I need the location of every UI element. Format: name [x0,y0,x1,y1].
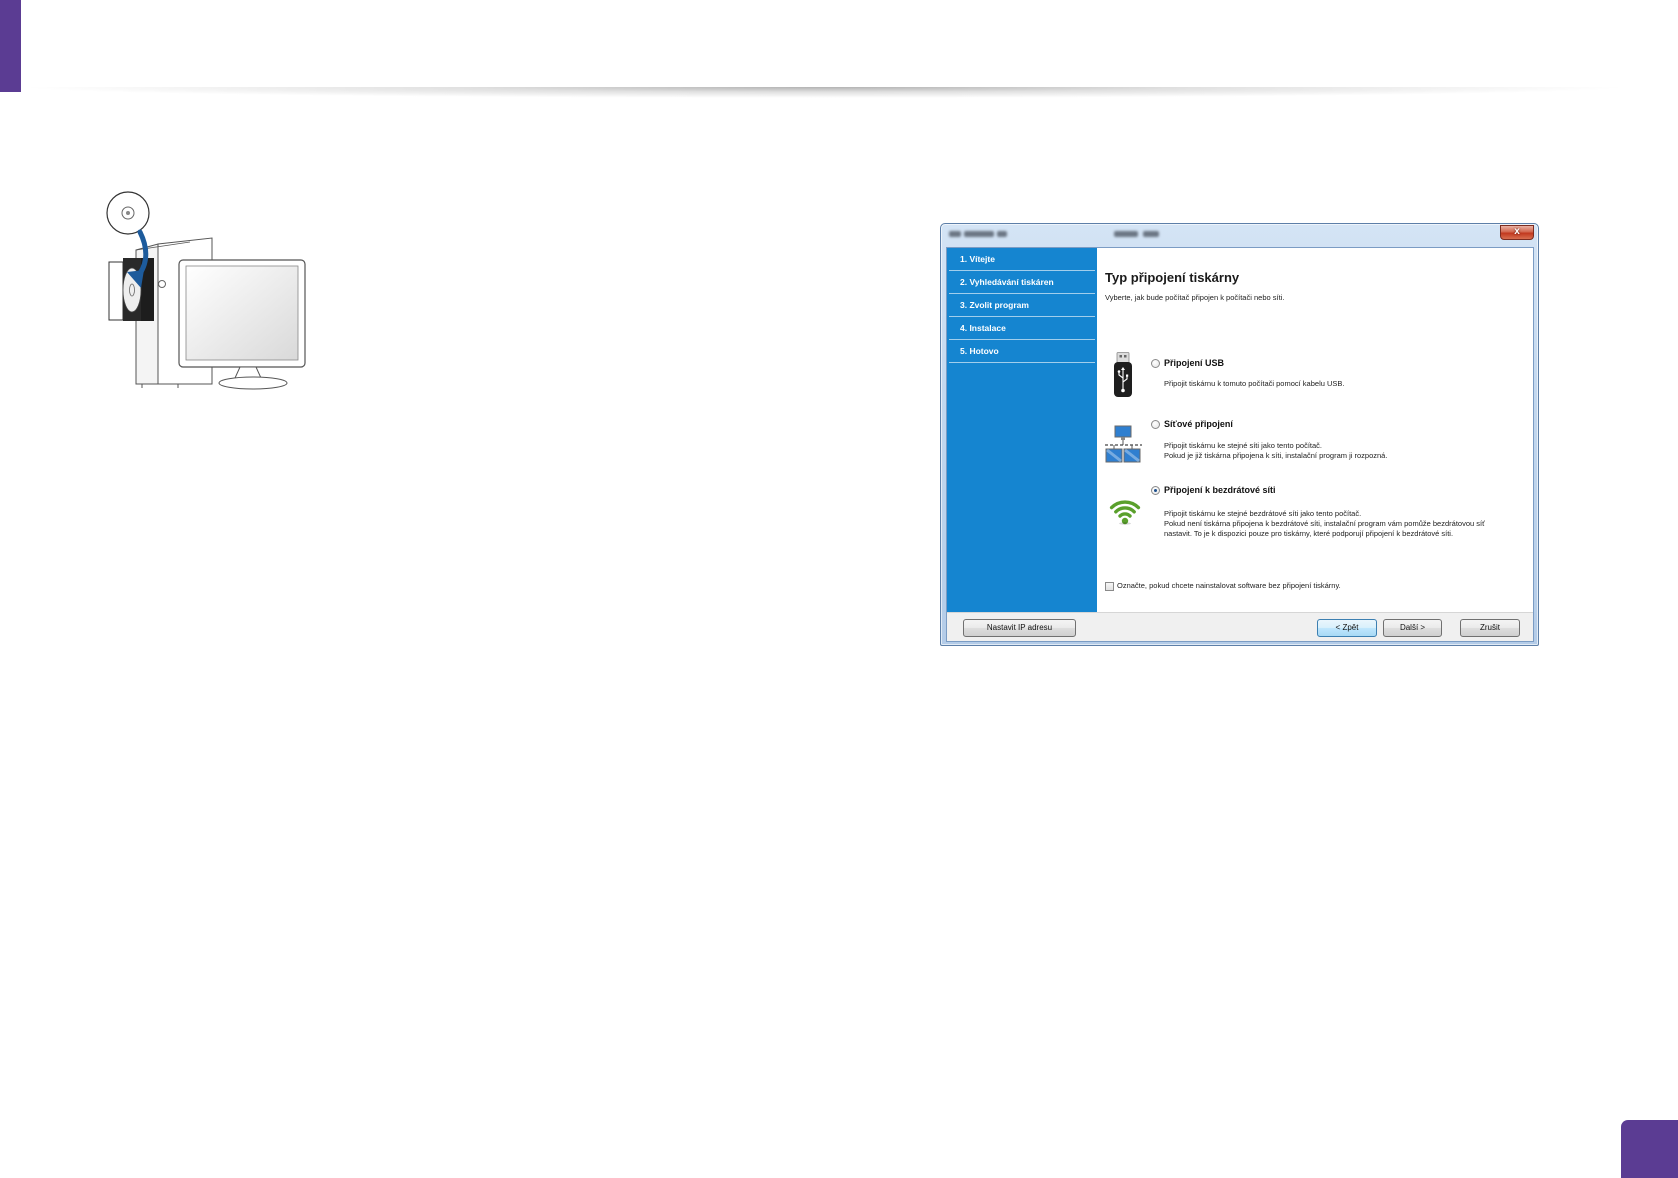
steps-sidebar: 1. Vítejte 2. Vyhledávání tiskáren 3. Zv… [947,248,1097,612]
panel-subtitle: Vyberte, jak bude počítač připojen k poč… [1105,293,1285,302]
installer-dialog: x 1. Vítejte 2. Vyhledávání tiskáren 3. … [940,223,1539,646]
cd-disc-icon [106,191,150,235]
sidebar-item-printer-search: 2. Vyhledávání tiskáren [949,271,1095,294]
panel-title: Typ připojení tiskárny [1105,270,1240,285]
dialog-body: 1. Vítejte 2. Vyhledávání tiskáren 3. Zv… [946,247,1534,642]
wireless-radio[interactable] [1151,486,1160,495]
sidebar-item-installation: 4. Instalace [949,317,1095,340]
network-option-description-line: Připojit tiskárnu ke stejné síti jako te… [1164,441,1322,450]
dialog-footer: Nastavit IP adresu < Zpět Další > Zrušit [947,612,1533,641]
wireless-option-label[interactable]: Připojení k bezdrátové síti [1164,485,1276,496]
network-radio[interactable] [1151,420,1160,429]
install-without-printer-label[interactable]: Označte, pokud chcete nainstalovat softw… [1117,581,1341,591]
sidebar-item-done: 5. Hotovo [949,340,1095,363]
network-option-label[interactable]: Síťové připojení [1164,419,1233,430]
connection-type-panel: Typ připojení tiskárny Vyberte, jak bude… [1097,248,1533,612]
header-divider [22,87,1627,98]
close-button[interactable]: x [1500,225,1534,240]
wireless-option-description-line: nastavit. To je k dispozici pouze pro ti… [1164,529,1454,538]
wireless-option-description-line: Pokud není tiskárna připojena k bezdráto… [1164,519,1485,528]
network-option-description-line: Pokud je již tiskárna připojena k síti, … [1164,451,1388,460]
wireless-option-description-line: Připojit tiskárnu ke stejné bezdrátové s… [1164,509,1362,518]
set-ip-address-button[interactable]: Nastavit IP adresu [963,619,1076,637]
install-without-printer-checkbox[interactable] [1105,582,1114,591]
cancel-button[interactable]: Zrušit [1460,619,1520,637]
usb-option-label[interactable]: Připojení USB [1164,358,1224,369]
usb-radio[interactable] [1151,359,1160,368]
back-button[interactable]: < Zpět [1317,619,1377,637]
insert-cd-illustration [106,191,306,390]
title-bar: x [941,224,1538,247]
cd-tray-icon [108,258,142,321]
wifi-icon [1109,500,1141,525]
page-number-tab [1621,1120,1678,1178]
usb-icon [1114,352,1132,397]
next-button[interactable]: Další > [1383,619,1442,637]
chapter-accent-bar [0,0,21,92]
usb-option-description: Připojit tiskárnu k tomuto počítači pomo… [1164,379,1345,388]
network-icon [1105,425,1142,463]
sidebar-item-choose-program: 3. Zvolit program [949,294,1095,317]
sidebar-item-welcome: 1. Vítejte [949,248,1095,271]
blurred-title-text [947,229,1187,241]
